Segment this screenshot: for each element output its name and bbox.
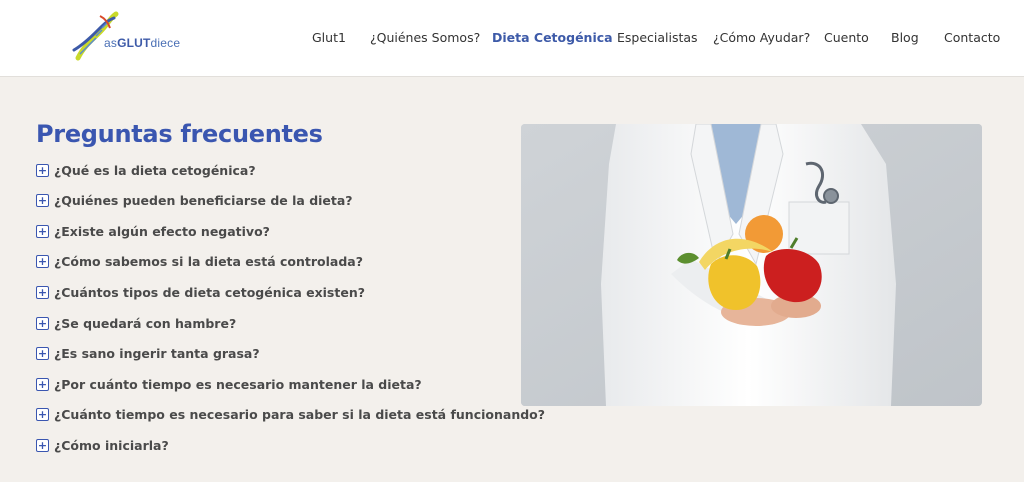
nav-item-como-ayudar[interactable]: ¿Cómo Ayudar? bbox=[713, 30, 810, 45]
plus-icon[interactable]: + bbox=[36, 255, 49, 269]
faq-item[interactable]: + ¿Qué es la dieta cetogénica? bbox=[36, 160, 256, 180]
plus-icon[interactable]: + bbox=[36, 347, 49, 361]
nav-item-especialistas[interactable]: Especialistas bbox=[617, 30, 698, 45]
plus-icon[interactable]: + bbox=[36, 224, 49, 238]
faq-question[interactable]: ¿Cuántos tipos de dieta cetogénica exist… bbox=[54, 285, 365, 300]
nav-item-glut1[interactable]: Glut1 bbox=[312, 30, 346, 45]
plus-icon[interactable]: + bbox=[36, 408, 49, 422]
faq-item[interactable]: + ¿Cuánto tiempo es necesario para saber… bbox=[36, 405, 545, 425]
faq-question[interactable]: ¿Cuánto tiempo es necesario para saber s… bbox=[54, 407, 545, 422]
nav-item-cuento[interactable]: Cuento bbox=[824, 30, 869, 45]
faq-item[interactable]: + ¿Cómo iniciarla? bbox=[36, 435, 169, 455]
plus-icon[interactable]: + bbox=[36, 316, 49, 330]
faq-question[interactable]: ¿Cómo sabemos si la dieta está controlad… bbox=[54, 254, 363, 269]
faq-question[interactable]: ¿Quiénes pueden beneficiarse de la dieta… bbox=[54, 193, 353, 208]
plus-icon[interactable]: + bbox=[36, 438, 49, 452]
doctor-illustration bbox=[521, 124, 982, 406]
nav-item-contacto[interactable]: Contacto bbox=[944, 30, 1000, 45]
nav-item-dieta-cetogenica[interactable]: Dieta Cetogénica bbox=[492, 30, 613, 45]
plus-icon[interactable]: + bbox=[36, 285, 49, 299]
faq-question[interactable]: ¿Por cuánto tiempo es necesario mantener… bbox=[54, 377, 422, 392]
faq-item[interactable]: + ¿Se quedará con hambre? bbox=[36, 313, 236, 333]
nav-item-quienes-somos[interactable]: ¿Quiénes Somos? bbox=[370, 30, 480, 45]
faq-item[interactable]: + ¿Quiénes pueden beneficiarse de la die… bbox=[36, 191, 353, 211]
plus-icon[interactable]: + bbox=[36, 377, 49, 391]
faq-question[interactable]: ¿Es sano ingerir tanta grasa? bbox=[54, 346, 260, 361]
nav-item-blog[interactable]: Blog bbox=[891, 30, 919, 45]
faq-item[interactable]: + ¿Por cuánto tiempo es necesario manten… bbox=[36, 374, 422, 394]
faq-item[interactable]: + ¿Cuántos tipos de dieta cetogénica exi… bbox=[36, 282, 365, 302]
faq-question[interactable]: ¿Se quedará con hambre? bbox=[54, 316, 236, 331]
faq-item[interactable]: + ¿Cómo sabemos si la dieta está control… bbox=[36, 252, 363, 272]
faq-question[interactable]: ¿Qué es la dieta cetogénica? bbox=[54, 163, 256, 178]
faq-question[interactable]: ¿Cómo iniciarla? bbox=[54, 438, 169, 453]
faq-question[interactable]: ¿Existe algún efecto negativo? bbox=[54, 224, 270, 239]
main-nav: Glut1 ¿Quiénes Somos? Dieta Cetogénica E… bbox=[0, 30, 1024, 50]
faq-title: Preguntas frecuentes bbox=[36, 120, 323, 148]
plus-icon[interactable]: + bbox=[36, 194, 49, 208]
doctor-vegetables-image bbox=[521, 124, 982, 406]
plus-icon[interactable]: + bbox=[36, 163, 49, 177]
faq-item[interactable]: + ¿Es sano ingerir tanta grasa? bbox=[36, 344, 260, 364]
faq-item[interactable]: + ¿Existe algún efecto negativo? bbox=[36, 221, 270, 241]
site-header: asGLUTdiece Glut1 ¿Quiénes Somos? Dieta … bbox=[0, 0, 1024, 77]
